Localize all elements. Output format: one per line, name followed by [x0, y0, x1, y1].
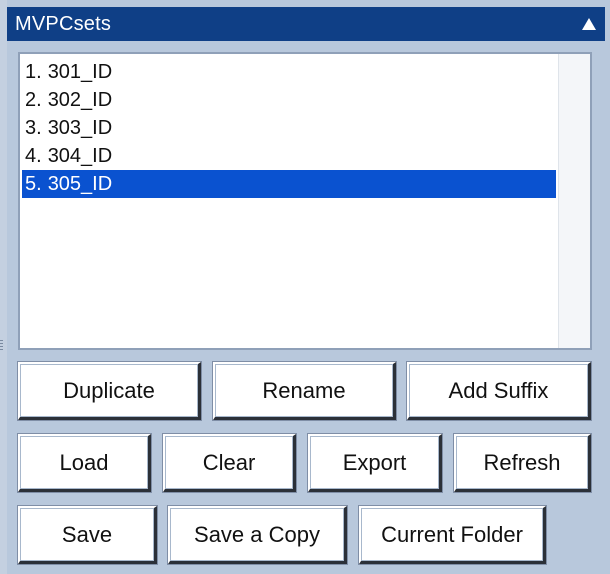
refresh-button[interactable]: Refresh — [453, 433, 592, 493]
set-listbox[interactable]: 1. 301_ID 2. 302_ID 3. 303_ID 4. 304_ID 5. 30… — [18, 52, 592, 350]
export-button[interactable]: Export — [307, 433, 443, 493]
list-items: 1. 301_ID 2. 302_ID 3. 303_ID 4. 304_ID 5. 30… — [22, 58, 556, 198]
list-item[interactable]: 3. 303_ID — [22, 114, 556, 142]
add-suffix-button[interactable]: Add Suffix — [406, 361, 592, 421]
list-item-number: 1. — [25, 61, 42, 83]
list-item[interactable]: 1. 301_ID — [22, 58, 556, 86]
triangle-up-icon[interactable] — [582, 18, 596, 30]
list-item-label: 301_ID — [47, 61, 113, 83]
list-item-label: 302_ID — [47, 89, 113, 111]
list-item-number: 2. — [25, 89, 42, 111]
vertical-scrollbar[interactable] — [558, 54, 590, 348]
list-item-label: 303_ID — [47, 117, 113, 139]
load-button[interactable]: Load — [17, 433, 152, 493]
save-a-copy-button[interactable]: Save a Copy — [167, 505, 348, 565]
list-item-number: 3. — [25, 117, 42, 139]
list-item-number: 4. — [25, 145, 42, 167]
list-item-label: 305_ID — [47, 173, 113, 195]
clear-button[interactable]: Clear — [162, 433, 297, 493]
list-item[interactable]: 4. 304_ID — [22, 142, 556, 170]
rename-button[interactable]: Rename — [212, 361, 397, 421]
list-item-number: 5. — [25, 173, 42, 195]
panel-title: MVPCsets — [15, 13, 112, 35]
duplicate-button[interactable]: Duplicate — [17, 361, 202, 421]
list-item[interactable]: 5. 305_ID — [22, 170, 556, 198]
window-edge — [0, 0, 7, 574]
current-folder-button[interactable]: Current Folder — [358, 505, 547, 565]
save-button[interactable]: Save — [17, 505, 158, 565]
resize-grip-icon[interactable] — [0, 340, 3, 352]
list-item-label: 304_ID — [47, 145, 113, 167]
panel-titlebar[interactable]: MVPCsets — [7, 7, 605, 41]
list-item[interactable]: 2. 302_ID — [22, 86, 556, 114]
